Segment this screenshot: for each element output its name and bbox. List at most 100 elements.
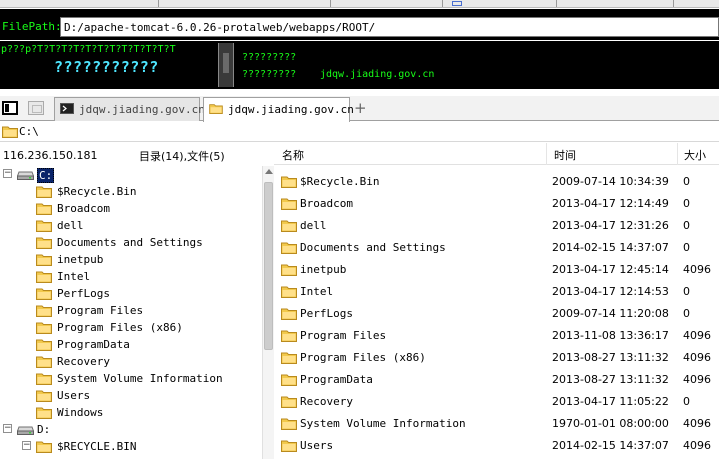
file-row[interactable]: Recovery 2013-04-17 11:05:22 0 xyxy=(274,389,719,411)
scroll-up-arrow-icon[interactable] xyxy=(265,169,273,174)
tab-file-manager[interactable]: jdqw.jiading.gov.cn xyxy=(203,97,354,122)
folder-icon xyxy=(36,220,52,232)
file-name[interactable]: Users xyxy=(300,439,333,452)
file-list-header: 名称 时间 大小 xyxy=(274,143,719,165)
tree-node-folder[interactable]: − $RECYCLE.BIN xyxy=(0,438,260,455)
tree-label: PerfLogs xyxy=(57,287,110,300)
file-row[interactable]: Documents and Settings 2014-02-15 14:37:… xyxy=(274,235,719,257)
info-right-line-2: ????????? xyxy=(242,69,297,80)
file-row[interactable]: Program Files 2013-11-08 13:36:17 4096 xyxy=(274,323,719,345)
splitter-grip[interactable] xyxy=(223,53,229,73)
add-tab-button[interactable]: + xyxy=(354,99,367,117)
tree-node-folder[interactable]: ProgramData xyxy=(0,336,260,353)
folder-icon xyxy=(36,390,52,402)
folder-icon xyxy=(281,418,297,430)
file-name[interactable]: System Volume Information xyxy=(300,417,466,430)
tree-node-folder[interactable]: Users xyxy=(0,387,260,404)
toolbar-divider xyxy=(158,0,159,7)
file-size: 0 xyxy=(683,197,690,210)
tree-label: dell xyxy=(57,219,84,232)
folder-icon xyxy=(36,288,52,300)
collapse-toggle[interactable]: − xyxy=(3,424,12,433)
tree-scrollbar[interactable] xyxy=(262,166,274,459)
file-name[interactable]: dell xyxy=(300,219,327,232)
file-row[interactable]: dell 2013-04-17 12:31:26 0 xyxy=(274,213,719,235)
file-row[interactable]: Program Files (x86) 2013-08-27 13:11:32 … xyxy=(274,345,719,367)
tree-node-folder[interactable]: inetpub xyxy=(0,251,260,268)
tree-label: Program Files (x86) xyxy=(57,321,183,334)
file-name[interactable]: Program Files xyxy=(300,329,386,342)
file-row[interactable]: inetpub 2013-04-17 12:45:14 4096 xyxy=(274,257,719,279)
file-row[interactable]: ProgramData 2013-08-27 13:11:32 4096 xyxy=(274,367,719,389)
info-right-line-1: ????????? xyxy=(242,52,297,63)
file-row[interactable]: Broadcom 2013-04-17 12:14:49 0 xyxy=(274,191,719,213)
toolbar-button[interactable] xyxy=(452,1,462,6)
folder-icon xyxy=(281,198,297,210)
tree-node-folder[interactable]: Windows xyxy=(0,404,260,421)
tree-node-folder[interactable]: System Volume Information xyxy=(0,370,260,387)
folder-icon xyxy=(36,237,52,249)
column-divider[interactable] xyxy=(546,143,547,165)
scrollbar-thumb[interactable] xyxy=(264,182,273,350)
item-counts: 目录(14),文件(5) xyxy=(139,150,225,163)
file-name[interactable]: $Recycle.Bin xyxy=(300,175,379,188)
column-time-header[interactable]: 时间 xyxy=(554,147,576,163)
file-name[interactable]: Intel xyxy=(300,285,333,298)
folder-icon xyxy=(281,308,297,320)
column-divider[interactable] xyxy=(677,143,678,165)
tree-node-folder[interactable]: dell xyxy=(0,217,260,234)
tree-label: $RECYCLE.BIN xyxy=(57,440,137,453)
file-time: 2014-02-15 14:37:07 xyxy=(552,439,669,452)
tree-node-folder[interactable]: $Recycle.Bin xyxy=(0,183,260,200)
folder-icon xyxy=(36,271,52,283)
file-size: 0 xyxy=(683,285,690,298)
column-name-header[interactable]: 名称 xyxy=(282,147,304,163)
tree-node-folder[interactable]: Program Files (x86) xyxy=(0,319,260,336)
folder-icon xyxy=(281,396,297,408)
tab-terminal[interactable]: jdqw.jiading.gov.cn xyxy=(54,97,205,121)
terminal-icon xyxy=(60,103,74,114)
filepath-input[interactable]: D:/apache-tomcat-6.0.26-protalweb/webapp… xyxy=(60,17,719,37)
folder-icon xyxy=(36,203,52,215)
info-left-line-1: p???p?T?T?T?T?T?T?T?T?T?T?T?T xyxy=(1,44,176,55)
collapse-toggle[interactable]: − xyxy=(3,169,12,178)
folder-icon xyxy=(36,186,52,198)
tree-label: $Recycle.Bin xyxy=(57,185,137,198)
tree-node-folder[interactable]: Intel xyxy=(0,268,260,285)
current-path[interactable]: C:\ xyxy=(19,125,39,138)
server-ip: 116.236.150.181 xyxy=(3,149,98,162)
panel-layout-icon[interactable] xyxy=(2,101,18,115)
file-row[interactable]: System Volume Information 1970-01-01 08:… xyxy=(274,411,719,433)
file-name[interactable]: Broadcom xyxy=(300,197,353,210)
tree-node-drive-c[interactable]: − C: xyxy=(0,166,260,183)
file-size: 4096 xyxy=(683,351,711,364)
panel-splitter[interactable] xyxy=(218,43,234,87)
tree-node-drive-d[interactable]: − D: xyxy=(0,421,260,438)
file-name[interactable]: Program Files (x86) xyxy=(300,351,426,364)
filepath-bar: FilePath: D:/apache-tomcat-6.0.26-protal… xyxy=(0,9,719,40)
column-size-header[interactable]: 大小 xyxy=(684,147,706,163)
file-row[interactable]: Users 2014-02-15 14:37:07 4096 xyxy=(274,433,719,455)
tree-node-folder[interactable]: Recovery xyxy=(0,353,260,370)
tree-node-folder[interactable]: Program Files xyxy=(0,302,260,319)
top-toolbar-strip xyxy=(0,0,719,8)
tree-label: ProgramData xyxy=(57,338,130,351)
file-size: 0 xyxy=(683,241,690,254)
file-name[interactable]: Recovery xyxy=(300,395,353,408)
tree-node-folder[interactable]: PerfLogs xyxy=(0,285,260,302)
tree-node-folder[interactable]: Documents and Settings xyxy=(0,234,260,251)
tree-node-folder[interactable]: Broadcom xyxy=(0,200,260,217)
new-window-icon[interactable] xyxy=(28,101,44,115)
tree-label: Broadcom xyxy=(57,202,110,215)
file-name[interactable]: inetpub xyxy=(300,263,346,276)
collapse-toggle[interactable]: − xyxy=(22,441,31,450)
file-row[interactable]: Intel 2013-04-17 12:14:53 0 xyxy=(274,279,719,301)
info-panel-right: ????????? ????????? jdqw.jiading.gov.cn xyxy=(238,41,719,89)
file-row[interactable]: $Recycle.Bin 2009-07-14 10:34:39 0 xyxy=(274,169,719,191)
file-row[interactable]: PerfLogs 2009-07-14 11:20:08 0 xyxy=(274,301,719,323)
folder-icon xyxy=(281,374,297,386)
file-name[interactable]: Documents and Settings xyxy=(300,241,446,254)
file-name[interactable]: PerfLogs xyxy=(300,307,353,320)
file-name[interactable]: ProgramData xyxy=(300,373,373,386)
toolbar-divider xyxy=(556,0,557,7)
